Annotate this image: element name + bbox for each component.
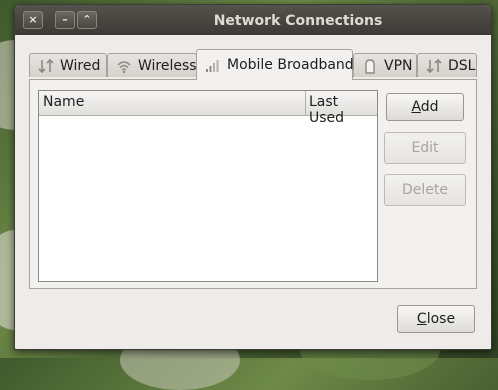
wired-icon — [38, 58, 54, 74]
column-separator[interactable] — [305, 91, 306, 115]
add-label-rest: dd — [420, 99, 439, 115]
titlebar: × – ⌃ Network Connections — [15, 5, 491, 35]
window-title: Network Connections — [213, 13, 383, 29]
tab-dsl[interactable]: DSL — [417, 53, 477, 77]
tab-wired[interactable]: Wired — [29, 53, 107, 77]
close-label-rest: lose — [426, 311, 456, 327]
delete-button[interactable]: Delete — [384, 174, 466, 206]
list-header: Name Last Used — [39, 91, 377, 126]
tab-wireless[interactable]: Wireless — [107, 53, 197, 77]
tab-mobile-broadband[interactable]: Mobile Broadband — [196, 49, 354, 80]
tab-label: DSL — [448, 57, 476, 74]
tab-vpn[interactable]: VPN — [353, 53, 417, 77]
dsl-icon — [426, 58, 442, 74]
mobile-broadband-panel: Name Last Used Add Edit Delete — [29, 79, 477, 289]
close-mnemonic: C — [416, 311, 427, 327]
close-button[interactable]: Close — [397, 305, 475, 333]
connections-list[interactable]: Name Last Used — [38, 90, 378, 282]
tab-label: Wireless — [138, 57, 197, 74]
column-header-last-used[interactable]: Last Used — [309, 94, 377, 126]
tab-label: Wired — [60, 57, 101, 74]
add-mnemonic: A — [411, 99, 421, 115]
delete-label: Delete — [402, 182, 448, 198]
wireless-icon — [116, 58, 132, 74]
edit-button[interactable]: Edit — [384, 132, 466, 164]
edit-label: Edit — [411, 140, 439, 156]
add-button[interactable]: Add — [386, 93, 464, 121]
mobile-broadband-icon — [205, 57, 221, 73]
network-connections-window: × – ⌃ Network Connections Wired Wireless — [14, 4, 492, 350]
tab-label: VPN — [384, 57, 413, 74]
tab-label: Mobile Broadband — [227, 57, 354, 73]
vpn-lock-icon — [362, 58, 378, 74]
column-header-name[interactable]: Name — [43, 94, 84, 110]
